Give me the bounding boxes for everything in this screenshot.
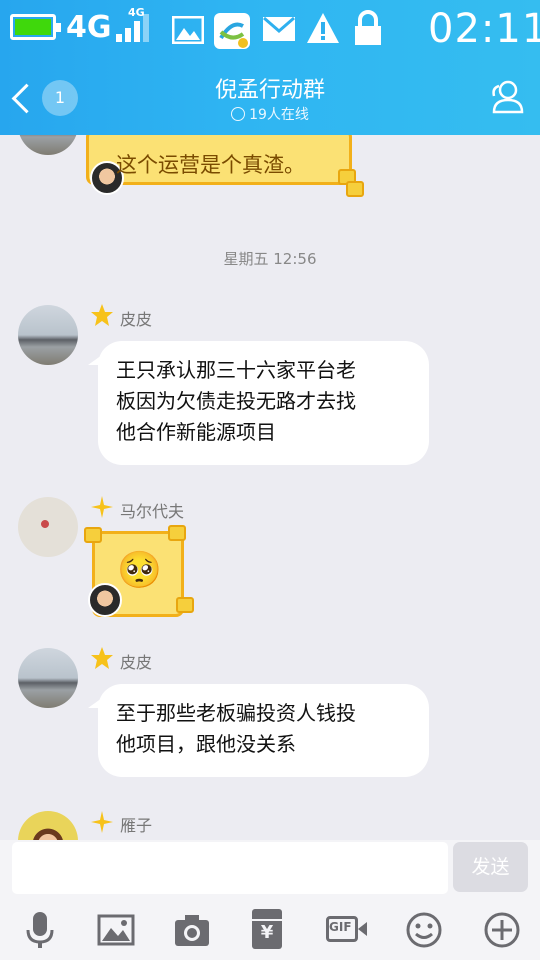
sender-name: 雁子 <box>120 816 153 835</box>
avatar[interactable] <box>18 135 78 155</box>
honeycomb-decor <box>346 181 364 197</box>
chat-header: 1 倪孟行动群 19人在线 <box>0 60 540 135</box>
honeycomb-decor <box>168 525 186 541</box>
honeycomb-decor <box>176 597 194 613</box>
group-members-button[interactable] <box>486 76 528 118</box>
sparkle-icon <box>91 811 113 833</box>
microphone-icon[interactable] <box>20 910 60 950</box>
input-toolbar: ¥ GIF <box>0 896 540 960</box>
send-button[interactable]: 发送 <box>453 842 528 892</box>
gif-icon[interactable]: GIF <box>324 910 368 950</box>
lock-icon <box>355 10 381 45</box>
star-icon <box>91 647 113 669</box>
sender-name: 马尔代夫 <box>120 502 185 521</box>
message-line: 至于那些老板骗投资人钱投 <box>116 701 356 725</box>
group-title[interactable]: 倪孟行动群 <box>0 72 540 104</box>
image-icon <box>172 16 204 44</box>
message-input[interactable] <box>12 842 448 894</box>
message-line: 王只承认那三十六家平台老 <box>116 358 356 382</box>
star-icon <box>91 304 113 326</box>
message-line: 他项目，跟他没关系 <box>116 732 296 756</box>
sender-name: 皮皮 <box>120 653 153 672</box>
online-status: 19人在线 <box>0 104 540 124</box>
online-count: 19人在线 <box>249 107 309 123</box>
china-mobile-icon <box>214 13 250 49</box>
yen-label: ¥ <box>260 922 274 943</box>
image-icon[interactable] <box>96 910 136 950</box>
honeycomb-decor <box>84 527 102 543</box>
message-bubble[interactable]: 王只承认那三十六家平台老 板因为欠债走投无路才去找 他合作新能源项目 <box>98 341 429 465</box>
check-circle-icon <box>231 107 246 121</box>
plus-icon[interactable] <box>482 910 522 950</box>
sender-name: 皮皮 <box>120 310 153 329</box>
emoji-sticker: 🥺 <box>117 550 162 591</box>
avatar[interactable] <box>18 811 78 840</box>
message-bubble[interactable]: 至于那些老板骗投资人钱投 他项目，跟他没关系 <box>98 684 429 777</box>
sparkle-icon <box>91 496 113 518</box>
message-text: 这个运营是个真渣。 <box>116 153 305 177</box>
avatar[interactable] <box>18 305 78 365</box>
chat-messages[interactable]: 这个运营是个真渣。 星期五 12:56 皮皮 王只承认那三十六家平台老 板因为欠… <box>0 135 540 840</box>
avatar[interactable] <box>18 497 78 557</box>
mail-icon <box>263 16 295 41</box>
warning-icon <box>307 13 339 43</box>
battery-icon <box>10 14 61 40</box>
emoji-icon[interactable] <box>404 910 444 950</box>
message-line: 他合作新能源项目 <box>116 420 276 444</box>
signal-network-label: 4G <box>128 6 145 19</box>
clock: 02:11 <box>428 6 540 52</box>
mascot-avatar <box>88 583 122 617</box>
status-bar: 4G 4G 02:11 <box>0 0 540 60</box>
message-line: 板因为欠债走投无路才去找 <box>116 389 356 413</box>
input-bar: 发送 <box>0 840 540 896</box>
gif-label: GIF <box>329 920 352 934</box>
timestamp: 星期五 12:56 <box>223 250 317 268</box>
avatar[interactable] <box>18 648 78 708</box>
red-packet-icon[interactable]: ¥ <box>252 909 282 949</box>
camera-icon[interactable] <box>172 910 212 950</box>
network-type: 4G <box>66 10 112 45</box>
